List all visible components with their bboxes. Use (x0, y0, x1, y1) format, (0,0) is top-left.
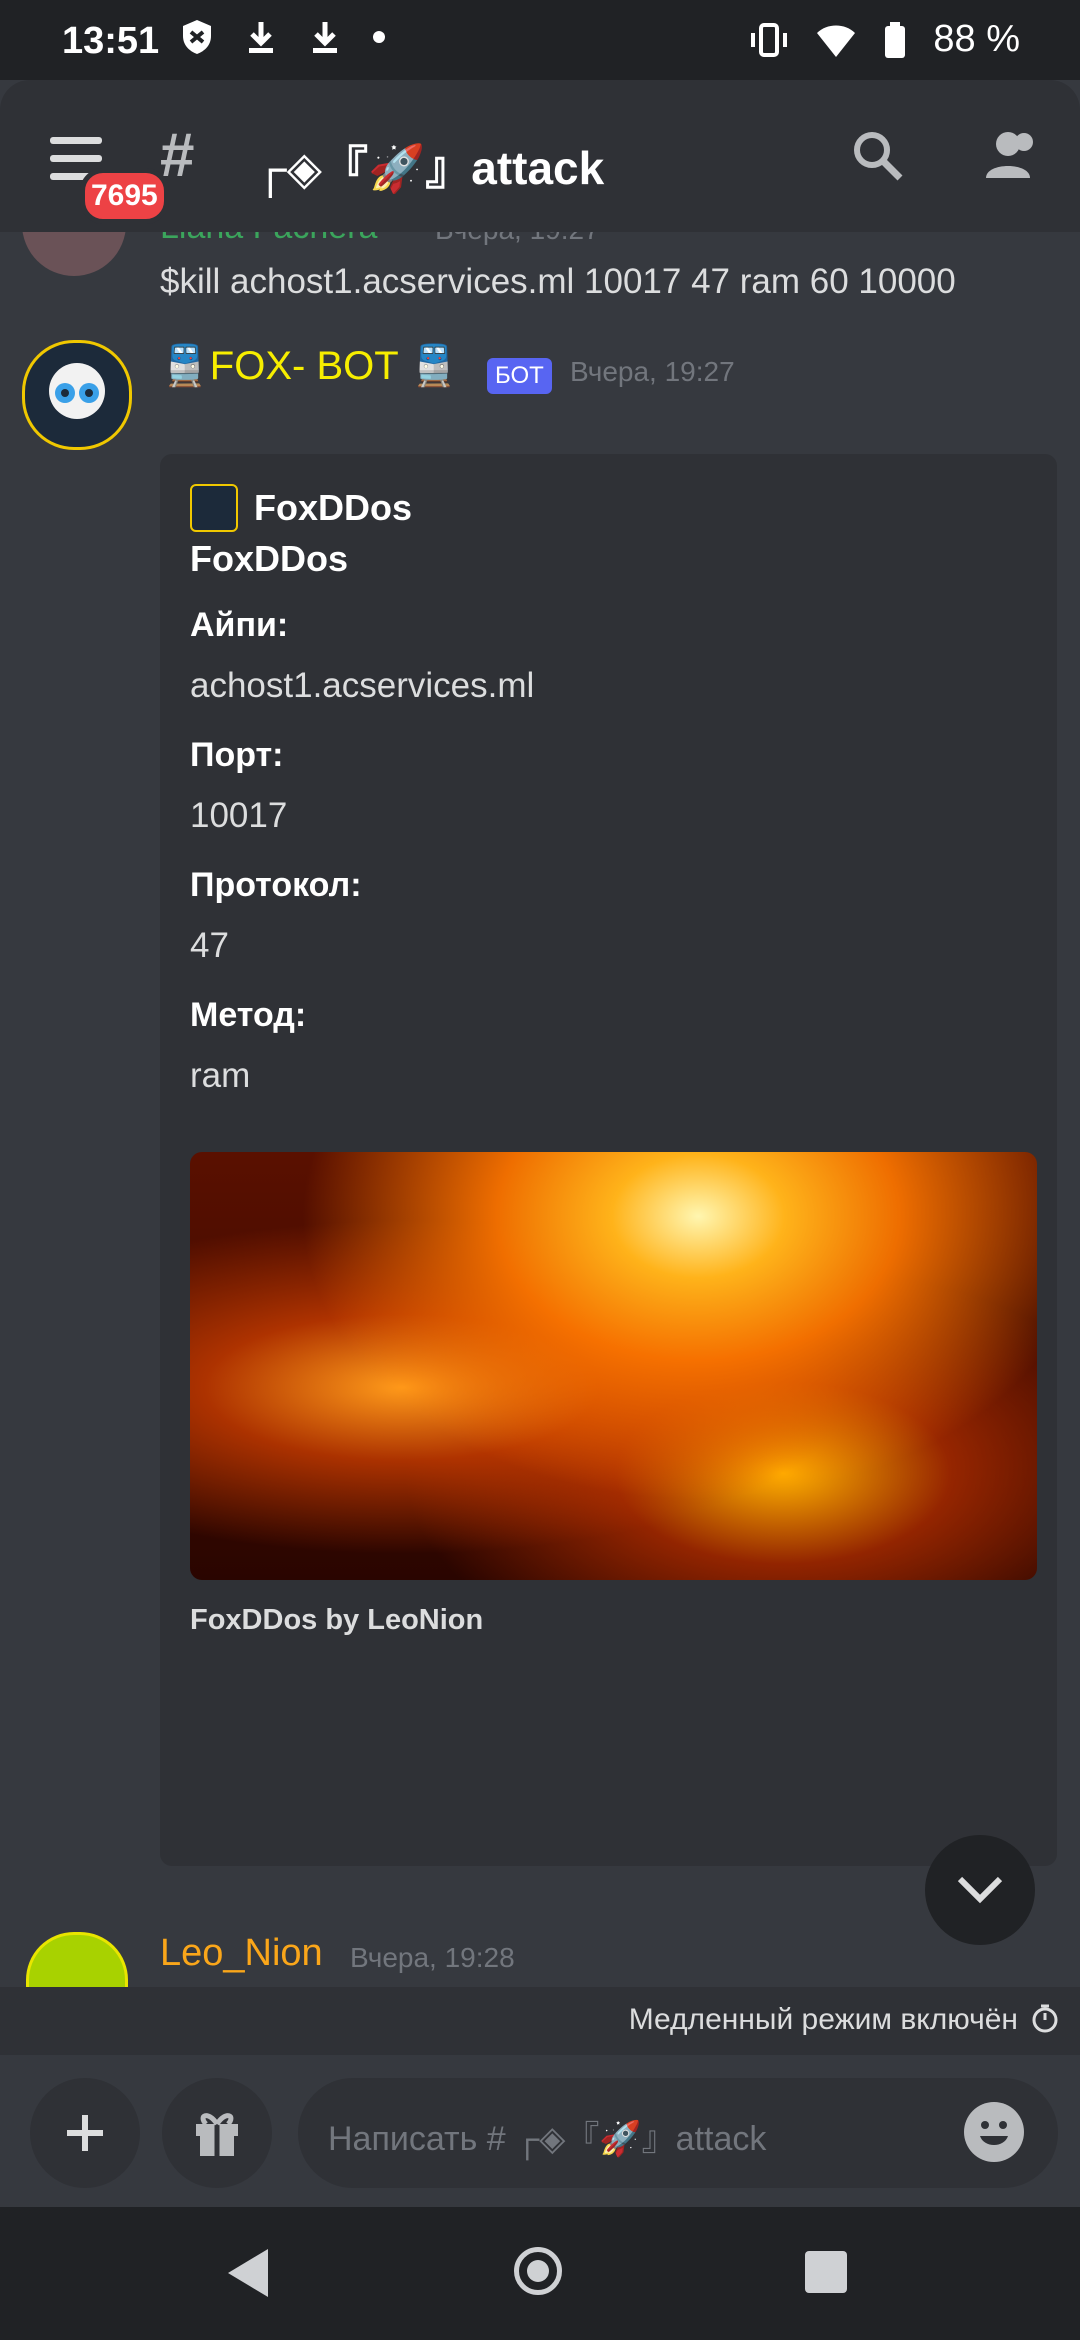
search-icon[interactable] (850, 128, 906, 184)
message-timestamp: Вчера, 19:27 (435, 232, 600, 246)
slowmode-bar: Медленный режим включён (0, 1987, 1080, 2055)
scroll-to-bottom-button[interactable] (925, 1835, 1035, 1945)
embed-field-name: Метод: (190, 996, 307, 1034)
plus-icon (67, 2115, 103, 2151)
gift-button[interactable] (162, 2078, 272, 2188)
embed: FoxDDos FoxDDos Айпи: achost1.acservices… (160, 454, 1057, 1866)
locked-channel-icon: # (160, 121, 195, 190)
embed-image[interactable] (190, 1152, 1037, 1580)
avatar[interactable] (22, 340, 132, 450)
clock: 13:51 (62, 20, 160, 62)
message-author[interactable]: Leo_Nion (160, 1932, 323, 1975)
status-right: 88 % (749, 18, 1020, 61)
wifi-icon (817, 25, 856, 57)
channel-title[interactable]: ┌◈『🚀』attack (254, 132, 604, 198)
embed-field-value: 10017 (190, 796, 288, 835)
slowmode-text: Медленный режим включён (628, 2003, 1018, 2036)
back-icon[interactable] (228, 2249, 268, 2297)
message-input[interactable]: Написать # ┌◈『🚀』attack (298, 2078, 1058, 2188)
download-icon (249, 22, 273, 53)
embed-author-name: FoxDDos (254, 487, 413, 528)
embed-author: FoxDDos (190, 484, 412, 532)
chevron-down-icon (957, 1876, 1003, 1904)
status-left-icons (180, 18, 386, 56)
android-nav-bar (0, 2207, 1080, 2340)
add-attachment-button[interactable] (30, 2078, 140, 2188)
message-timestamp: Вчера, 19:27 (570, 356, 735, 387)
status-bar: 13:51 88 % (0, 0, 1080, 80)
embed-field-value: achost1.acservices.ml (190, 666, 535, 705)
embed-author-avatar (190, 484, 238, 532)
channel-header: 7695 # ┌◈『🚀』attack (0, 80, 1080, 232)
battery-icon (885, 21, 906, 58)
embed-field-value: 47 (190, 926, 229, 965)
message: Liana Fachera Вчера, 19:27 $kill achost1… (0, 232, 1080, 332)
message-author[interactable]: Liana Fachera (160, 232, 377, 247)
embed-field-name: Порт: (190, 736, 284, 774)
message-composer: Написать # ┌◈『🚀』attack (0, 2055, 1080, 2207)
emoji-icon[interactable] (964, 2102, 1024, 2162)
vibrate-icon (751, 22, 788, 57)
message-author[interactable]: 🚆FOX- BOT 🚆 (160, 342, 459, 389)
home-icon[interactable] (514, 2247, 562, 2295)
recents-icon[interactable] (805, 2251, 847, 2293)
timer-icon (1032, 2004, 1058, 2033)
embed-field-name: Айпи: (190, 606, 289, 644)
message-input-placeholder: Написать # ┌◈『🚀』attack (328, 2120, 767, 2158)
embed-field-name: Протокол: (190, 866, 362, 904)
members-icon[interactable] (980, 128, 1042, 184)
message-list[interactable]: Liana Fachera Вчера, 19:27 $kill achost1… (0, 232, 1080, 1987)
notification-badge: 7695 (80, 168, 169, 224)
avatar[interactable] (26, 1932, 128, 1987)
download-icon (313, 22, 337, 53)
embed-footer: FoxDDos by LeoNion (190, 1604, 484, 1636)
gift-icon (196, 2113, 238, 2156)
message-content: $kill achost1.acservices.ml 10017 47 ram… (160, 262, 956, 301)
shield-icon (183, 20, 211, 54)
embed-title: FoxDDos (190, 538, 349, 579)
avatar[interactable] (22, 232, 126, 276)
battery-percent: 88 % (933, 18, 1020, 60)
bot-tag: БОТ (487, 358, 552, 394)
message-timestamp: Вчера, 19:28 (350, 1942, 515, 1973)
embed-field-value: ram (190, 1056, 251, 1095)
dot-icon (373, 31, 385, 43)
